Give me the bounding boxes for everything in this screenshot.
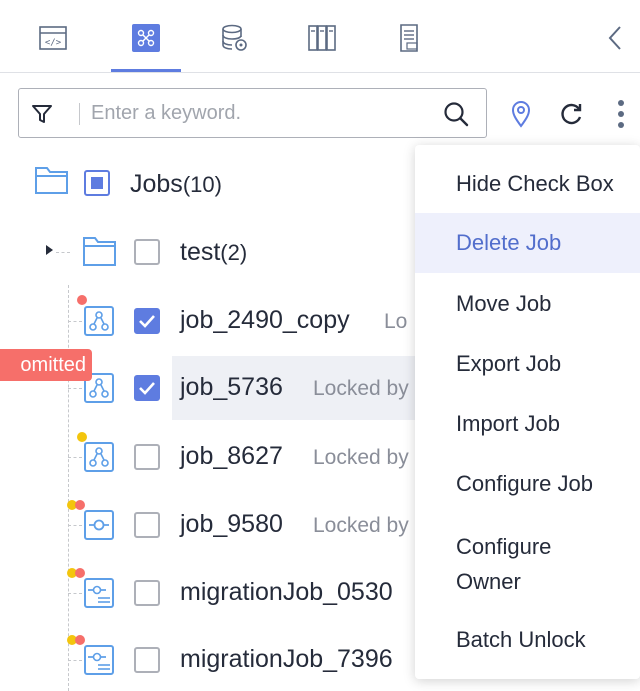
lock-status: Lo — [384, 310, 408, 333]
menu-item-export-job[interactable]: Export Job — [415, 345, 640, 383]
tree-guide-branch — [68, 593, 82, 594]
job-checkbox[interactable] — [134, 580, 160, 606]
refresh-icon — [561, 103, 582, 125]
tree-guide-branch — [68, 388, 82, 389]
checkmark-icon — [139, 315, 155, 328]
filter-icon — [32, 105, 52, 123]
menu-item-configure-owner[interactable]: Configure Owner — [415, 529, 640, 595]
job-name[interactable]: migrationJob_0530 — [180, 578, 393, 607]
pipeline-job-icon — [84, 510, 114, 540]
job-flow-tab[interactable] — [126, 18, 166, 58]
database-icon — [222, 24, 247, 51]
chevron-left-icon — [608, 26, 621, 50]
search-input[interactable] — [91, 98, 411, 128]
toolbar-tabs: </> — [0, 0, 640, 73]
migration-job-icon — [84, 645, 114, 675]
code-icon: </> — [39, 26, 67, 50]
collapse-panel-button[interactable] — [600, 22, 630, 54]
job-name[interactable]: job_8627 — [180, 442, 283, 471]
lock-status: Locked by — [313, 377, 409, 400]
status-dot — [75, 500, 85, 510]
document-icon — [400, 24, 418, 52]
tree-guide-branch — [68, 457, 82, 458]
menu-item-batch-unlock[interactable]: Batch Unlock — [415, 621, 640, 659]
lock-status: Locked by — [313, 514, 409, 537]
menu-item-import-job[interactable]: Import Job — [415, 405, 640, 443]
more-vertical-icon — [618, 100, 624, 128]
folder-test-label[interactable]: test(2) — [180, 238, 247, 267]
root-label-text: Jobs — [130, 170, 183, 198]
resource-tab[interactable] — [302, 18, 342, 58]
jobs-root-checkbox[interactable] — [84, 170, 110, 196]
resource-icon — [308, 25, 336, 51]
job-flow-icon — [84, 306, 114, 336]
tree-guide-branch — [56, 252, 70, 253]
folder-icon — [83, 237, 116, 266]
expand-arrow-icon[interactable] — [46, 245, 53, 255]
job-flow-icon — [132, 24, 160, 52]
location-pin-icon — [511, 101, 531, 128]
status-badge: omitted — [0, 349, 92, 381]
job-name[interactable]: job_9580 — [180, 510, 283, 539]
search-divider — [79, 103, 80, 125]
jobs-root-label[interactable]: Jobs(10) — [130, 170, 222, 199]
filter-button[interactable] — [27, 100, 57, 128]
status-dot — [75, 635, 85, 645]
menu-item-move-job[interactable]: Move Job — [415, 285, 640, 323]
refresh-button[interactable] — [556, 95, 586, 133]
context-menu: Hide Check Box Delete Job Move Job Expor… — [415, 145, 640, 679]
search-icon — [444, 102, 469, 127]
job-checkbox[interactable] — [134, 375, 160, 401]
migration-job-icon — [84, 578, 114, 608]
active-tab-indicator — [111, 69, 181, 72]
job-checkbox[interactable] — [134, 444, 160, 470]
folder-test-checkbox[interactable] — [134, 239, 160, 265]
job-checkbox[interactable] — [134, 512, 160, 538]
status-dot — [77, 295, 87, 305]
job-flow-icon — [84, 442, 114, 472]
search-box — [18, 88, 487, 138]
document-tab[interactable] — [390, 18, 430, 58]
svg-text:</>: </> — [45, 38, 62, 48]
status-dot — [75, 568, 85, 578]
tree-guide-line — [68, 285, 69, 691]
menu-item-configure-job[interactable]: Configure Job — [415, 465, 640, 503]
job-checkbox[interactable] — [134, 308, 160, 334]
lock-status: Locked by — [313, 446, 409, 469]
job-name[interactable]: migrationJob_7396 — [180, 645, 393, 674]
folder-open-icon — [35, 167, 68, 194]
code-tab[interactable]: </> — [33, 18, 73, 58]
job-checkbox[interactable] — [134, 647, 160, 673]
tree-guide-branch — [68, 660, 82, 661]
locate-button[interactable] — [506, 95, 536, 133]
tree-guide-branch — [68, 321, 82, 322]
search-button[interactable] — [439, 97, 473, 131]
more-button[interactable] — [606, 95, 636, 133]
database-tab[interactable] — [214, 18, 254, 58]
root-count: (10) — [182, 172, 222, 197]
job-name[interactable]: job_5736 — [180, 373, 283, 402]
menu-item-delete-job[interactable]: Delete Job — [415, 213, 640, 273]
status-dot — [77, 432, 87, 442]
folder-count: (2) — [220, 240, 248, 265]
job-name[interactable]: job_2490_copy — [180, 306, 350, 335]
tree-guide-branch — [68, 525, 82, 526]
menu-item-hide-check-box[interactable]: Hide Check Box — [415, 165, 640, 203]
folder-label-text: test — [180, 238, 221, 266]
checkmark-icon — [139, 382, 155, 395]
